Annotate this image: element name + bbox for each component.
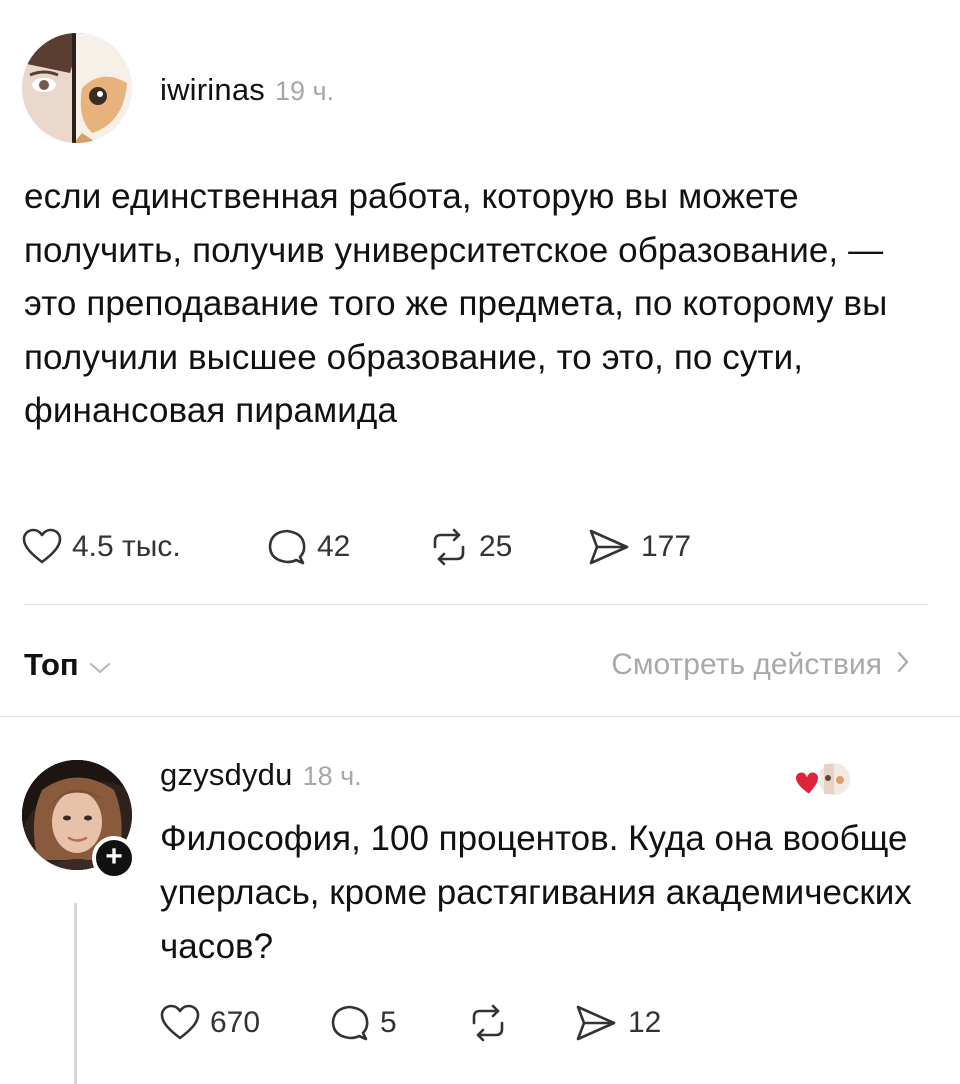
reply-header: gzysdydu 18 ч. <box>160 757 362 793</box>
post-text: если единственная работа, которую вы мож… <box>24 177 888 430</box>
chevron-down-icon <box>89 647 111 683</box>
post-actions: 4.5 тыс. 42 25 177 <box>22 524 691 570</box>
share-count: 177 <box>641 530 692 563</box>
reply-repost-button[interactable] <box>468 1003 574 1043</box>
reply-comment-button[interactable]: 5 <box>330 1003 468 1043</box>
reply-share-count: 12 <box>628 1006 662 1039</box>
like-count: 4.5 тыс. <box>72 530 181 563</box>
thread-line <box>74 903 77 1084</box>
comment-icon <box>267 527 307 567</box>
reply-username[interactable]: gzysdydu <box>160 757 293 793</box>
chevron-right-icon <box>896 648 910 682</box>
view-activity-label: Смотреть действия <box>611 648 882 681</box>
reply-like-button[interactable]: 670 <box>160 1004 330 1042</box>
reply-timestamp: 18 ч. <box>302 761 362 791</box>
reply-actions: 670 5 12 <box>160 1000 661 1046</box>
repost-button[interactable]: 25 <box>429 527 587 567</box>
follow-button[interactable]: + <box>92 836 136 880</box>
post-author-avatar[interactable] <box>22 33 132 143</box>
replies-toolbar: Топ Смотреть действия <box>24 643 910 687</box>
comment-count: 42 <box>317 530 351 563</box>
send-icon <box>574 1003 618 1043</box>
like-button[interactable]: 4.5 тыс. <box>22 528 267 566</box>
post-timestamp: 19 ч. <box>274 76 335 106</box>
comment-icon <box>330 1003 370 1043</box>
view-activity-link[interactable]: Смотреть действия <box>611 648 910 682</box>
liked-by-author-indicator <box>792 758 852 804</box>
sort-label: Топ <box>24 647 79 682</box>
reply-share-button[interactable]: 12 <box>574 1003 661 1043</box>
send-icon <box>587 527 631 567</box>
reply-text: Философия, 100 процентов. Куда она вообщ… <box>160 819 912 966</box>
divider <box>24 604 928 605</box>
post-username[interactable]: iwirinas <box>160 72 265 108</box>
divider <box>0 716 960 717</box>
share-button[interactable]: 177 <box>587 527 691 567</box>
heart-icon <box>22 528 62 566</box>
reply-comment-count: 5 <box>380 1006 397 1039</box>
heart-icon <box>160 1004 200 1042</box>
heart-icon <box>793 770 821 797</box>
reply-like-count: 670 <box>210 1006 261 1039</box>
repost-icon <box>429 527 469 567</box>
repost-icon <box>468 1003 508 1043</box>
repost-count: 25 <box>479 530 513 563</box>
sort-dropdown[interactable]: Топ <box>24 647 111 683</box>
comment-button[interactable]: 42 <box>267 527 429 567</box>
post-header: iwirinas 19 ч. <box>160 72 334 108</box>
